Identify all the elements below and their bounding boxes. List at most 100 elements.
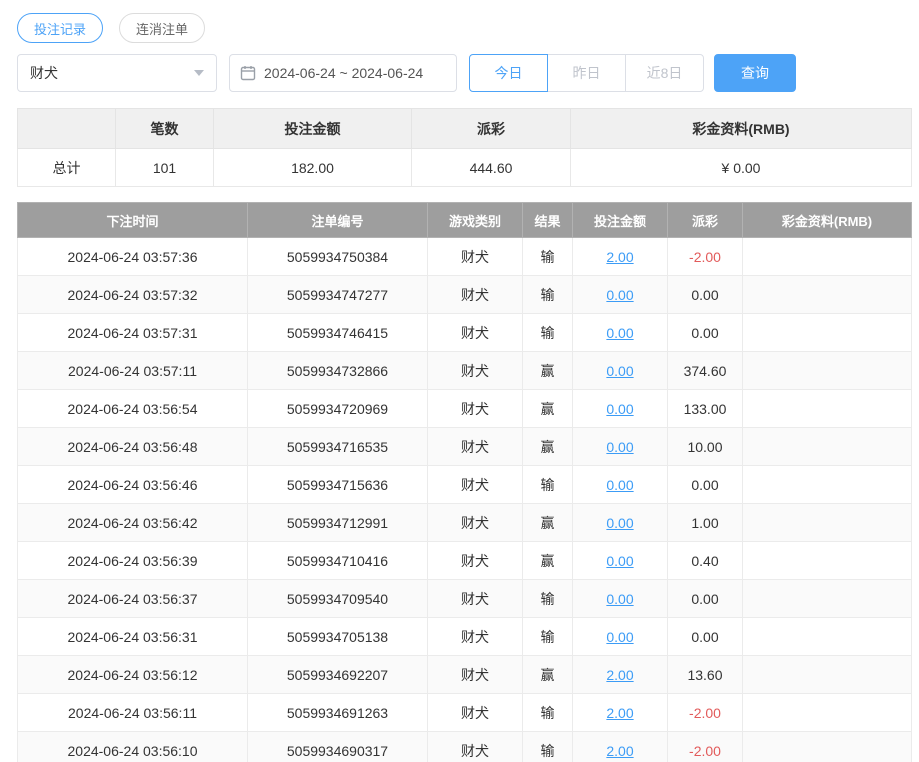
game-select[interactable]: 财犬: [17, 54, 217, 92]
bet-amount-cell: 0.00: [573, 314, 668, 352]
payout-cell: 0.00: [668, 466, 743, 504]
header-bet-time: 下注时间: [18, 203, 248, 238]
game-type-cell: 财犬: [428, 238, 523, 276]
payout-cell: 0.00: [668, 314, 743, 352]
payout-cell: 374.60: [668, 352, 743, 390]
summary-total-bet-amount: 182.00: [214, 149, 412, 187]
tab-cancelled-orders[interactable]: 连消注单: [119, 13, 205, 43]
bet-amount-link[interactable]: 0.00: [606, 287, 633, 303]
order-number-cell: 5059934692207: [248, 656, 428, 694]
bet-amount-cell: 2.00: [573, 656, 668, 694]
summary-header-empty: [18, 109, 116, 149]
table-row: 2024-06-24 03:57:36 5059934750384 财犬 输 2…: [18, 238, 912, 276]
payout-cell: -2.00: [668, 238, 743, 276]
jackpot-cell: [743, 542, 912, 580]
jackpot-cell: [743, 618, 912, 656]
order-number-cell: 5059934716535: [248, 428, 428, 466]
payout-cell: 0.00: [668, 580, 743, 618]
game-type-cell: 财犬: [428, 542, 523, 580]
bet-table-body: 2024-06-24 03:57:36 5059934750384 财犬 输 2…: [18, 238, 912, 762]
result-cell: 赢: [523, 428, 573, 466]
table-row: 2024-06-24 03:56:54 5059934720969 财犬 赢 0…: [18, 390, 912, 428]
order-number-cell: 5059934715636: [248, 466, 428, 504]
order-number-cell: 5059934712991: [248, 504, 428, 542]
summary-total-jackpot: ¥ 0.00: [571, 149, 912, 187]
payout-cell: 13.60: [668, 656, 743, 694]
bet-amount-link[interactable]: 0.00: [606, 477, 633, 493]
bet-amount-link[interactable]: 0.00: [606, 363, 633, 379]
jackpot-cell: [743, 314, 912, 352]
payout-cell: 0.40: [668, 542, 743, 580]
game-type-cell: 财犬: [428, 466, 523, 504]
bet-amount-link[interactable]: 0.00: [606, 401, 633, 417]
order-number-cell: 5059934690317: [248, 732, 428, 762]
bet-time-cell: 2024-06-24 03:56:54: [18, 390, 248, 428]
game-type-cell: 财犬: [428, 732, 523, 762]
header-result: 结果: [523, 203, 573, 238]
table-row: 2024-06-24 03:56:37 5059934709540 财犬 输 0…: [18, 580, 912, 618]
payout-cell: 0.00: [668, 618, 743, 656]
bet-amount-link[interactable]: 0.00: [606, 515, 633, 531]
order-number-cell: 5059934710416: [248, 542, 428, 580]
jackpot-cell: [743, 428, 912, 466]
summary-header-row: 笔数 投注金额 派彩 彩金资料(RMB): [18, 109, 912, 149]
jackpot-cell: [743, 580, 912, 618]
summary-header-bet-amount: 投注金额: [214, 109, 412, 149]
bet-time-cell: 2024-06-24 03:56:39: [18, 542, 248, 580]
summary-total-label: 总计: [18, 149, 116, 187]
bet-amount-cell: 2.00: [573, 732, 668, 762]
bet-amount-link[interactable]: 2.00: [606, 667, 633, 683]
summary-header-count: 笔数: [116, 109, 214, 149]
game-type-cell: 财犬: [428, 390, 523, 428]
table-row: 2024-06-24 03:56:10 5059934690317 财犬 输 2…: [18, 732, 912, 762]
jackpot-cell: [743, 504, 912, 542]
yesterday-button[interactable]: 昨日: [547, 54, 626, 92]
tab-bet-records[interactable]: 投注记录: [17, 13, 103, 43]
calendar-icon: [240, 65, 256, 81]
filter-bar: 财犬 2024-06-24 ~ 2024-06-24 今日 昨日 近8日: [17, 54, 911, 92]
result-cell: 输: [523, 618, 573, 656]
date-range-input[interactable]: 2024-06-24 ~ 2024-06-24: [229, 54, 457, 92]
summary-header-payout: 派彩: [412, 109, 571, 149]
game-type-cell: 财犬: [428, 618, 523, 656]
bet-time-cell: 2024-06-24 03:57:32: [18, 276, 248, 314]
summary-header-jackpot: 彩金资料(RMB): [571, 109, 912, 149]
table-row: 2024-06-24 03:57:11 5059934732866 财犬 赢 0…: [18, 352, 912, 390]
bet-amount-cell: 2.00: [573, 694, 668, 732]
bet-amount-link[interactable]: 0.00: [606, 629, 633, 645]
bet-amount-link[interactable]: 0.00: [606, 553, 633, 569]
game-type-cell: 财犬: [428, 428, 523, 466]
bet-time-cell: 2024-06-24 03:56:42: [18, 504, 248, 542]
bet-amount-cell: 0.00: [573, 580, 668, 618]
bet-amount-link[interactable]: 0.00: [606, 591, 633, 607]
query-button[interactable]: 查询: [714, 54, 796, 92]
order-number-cell: 5059934747277: [248, 276, 428, 314]
payout-cell: -2.00: [668, 732, 743, 762]
table-row: 2024-06-24 03:56:48 5059934716535 财犬 赢 0…: [18, 428, 912, 466]
jackpot-cell: [743, 466, 912, 504]
result-cell: 输: [523, 694, 573, 732]
result-cell: 输: [523, 732, 573, 762]
quick-date-button-group: 今日 昨日 近8日: [469, 54, 704, 92]
result-cell: 赢: [523, 542, 573, 580]
bet-amount-cell: 0.00: [573, 390, 668, 428]
bet-amount-link[interactable]: 2.00: [606, 705, 633, 721]
result-cell: 赢: [523, 504, 573, 542]
result-cell: 输: [523, 276, 573, 314]
bet-time-cell: 2024-06-24 03:57:31: [18, 314, 248, 352]
bet-time-cell: 2024-06-24 03:57:36: [18, 238, 248, 276]
table-row: 2024-06-24 03:57:32 5059934747277 财犬 输 0…: [18, 276, 912, 314]
bet-amount-link[interactable]: 2.00: [606, 249, 633, 265]
today-button[interactable]: 今日: [469, 54, 548, 92]
jackpot-cell: [743, 732, 912, 762]
summary-total-row: 总计 101 182.00 444.60 ¥ 0.00: [18, 149, 912, 187]
summary-total-payout: 444.60: [412, 149, 571, 187]
game-type-cell: 财犬: [428, 504, 523, 542]
bet-amount-cell: 2.00: [573, 238, 668, 276]
bet-amount-link[interactable]: 2.00: [606, 743, 633, 759]
jackpot-cell: [743, 352, 912, 390]
last-8-days-button[interactable]: 近8日: [625, 54, 704, 92]
bet-amount-link[interactable]: 0.00: [606, 325, 633, 341]
bet-amount-link[interactable]: 0.00: [606, 439, 633, 455]
header-bet-amount: 投注金额: [573, 203, 668, 238]
